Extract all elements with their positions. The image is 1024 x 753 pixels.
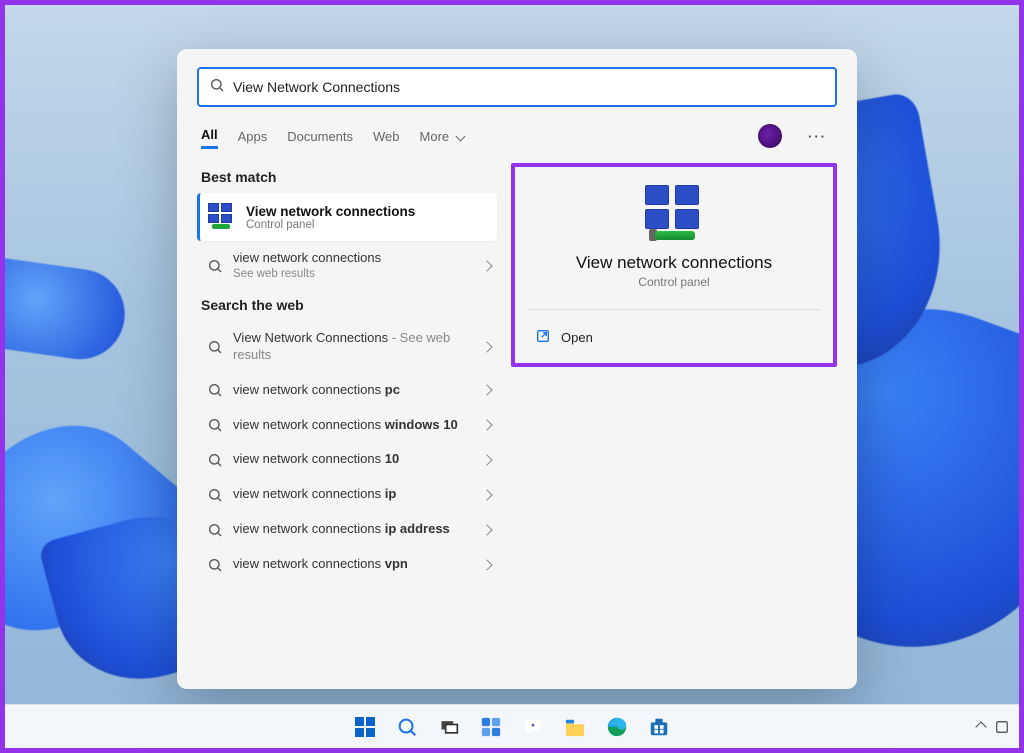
search-icon	[207, 487, 223, 503]
chevron-right-icon	[481, 260, 492, 271]
suggestion-row[interactable]: view network connections windows 10	[197, 408, 497, 443]
tab-web[interactable]: Web	[373, 125, 400, 148]
start-button[interactable]	[350, 712, 380, 742]
file-explorer-button[interactable]	[560, 712, 590, 742]
suggestion-row[interactable]: view network connections vpn	[197, 547, 497, 582]
filter-tabs: All Apps Documents Web More	[201, 123, 464, 149]
system-tray[interactable]	[977, 720, 1009, 734]
search-input[interactable]	[233, 79, 825, 95]
taskbar	[5, 704, 1019, 748]
preview-title: View network connections	[531, 253, 817, 273]
tab-apps[interactable]: Apps	[238, 125, 268, 148]
suggestion-row[interactable]: view network connections pc	[197, 373, 497, 408]
web-result-row[interactable]: view network connectionsSee web results	[197, 241, 497, 291]
result-preview-card: View network connections Control panel O…	[511, 163, 837, 367]
divider	[527, 309, 821, 310]
web-suggestions-list: View Network Connections - See web resul…	[197, 321, 497, 582]
widgets-button[interactable]	[476, 712, 506, 742]
chevron-right-icon	[481, 559, 492, 570]
microsoft-store-button[interactable]	[644, 712, 674, 742]
suggestion-row[interactable]: view network connections 10	[197, 442, 497, 477]
chat-button[interactable]	[518, 712, 548, 742]
search-icon	[207, 339, 223, 355]
search-bar[interactable]	[197, 67, 837, 107]
best-match-label: Best match	[201, 169, 497, 185]
chevron-down-icon	[456, 131, 466, 141]
search-icon	[207, 452, 223, 468]
network-connections-icon	[643, 185, 705, 241]
suggestion-row[interactable]: view network connections ip address	[197, 512, 497, 547]
tab-all[interactable]: All	[201, 123, 218, 149]
search-icon	[207, 258, 223, 274]
chevron-right-icon	[481, 419, 492, 430]
open-action[interactable]: Open	[531, 320, 817, 355]
search-web-label: Search the web	[201, 297, 497, 313]
user-avatar[interactable]	[758, 124, 782, 148]
preview-subtitle: Control panel	[531, 275, 817, 289]
taskbar-search-button[interactable]	[392, 712, 422, 742]
start-search-panel: All Apps Documents Web More ··· Best mat…	[177, 49, 857, 689]
tab-more[interactable]: More	[420, 125, 465, 148]
panel-options-button[interactable]: ···	[802, 125, 833, 148]
chevron-right-icon	[481, 384, 492, 395]
chevron-right-icon	[481, 489, 492, 500]
search-icon	[209, 77, 225, 98]
suggestion-row[interactable]: view network connections ip	[197, 477, 497, 512]
task-view-button[interactable]	[434, 712, 464, 742]
tray-overflow-icon[interactable]	[975, 721, 986, 732]
chevron-right-icon	[481, 524, 492, 535]
suggestion-row[interactable]: View Network Connections - See web resul…	[197, 321, 497, 373]
open-label: Open	[561, 330, 593, 345]
chevron-right-icon	[481, 454, 492, 465]
search-icon	[207, 557, 223, 573]
search-icon	[207, 382, 223, 398]
best-match-result[interactable]: View network connections Control panel	[197, 193, 497, 241]
edge-button[interactable]	[602, 712, 632, 742]
best-match-title: View network connections	[246, 204, 415, 219]
open-external-icon	[535, 328, 551, 347]
tray-icon[interactable]	[995, 720, 1009, 734]
network-connections-icon	[208, 203, 236, 231]
search-icon	[207, 417, 223, 433]
best-match-subtitle: Control panel	[246, 219, 415, 231]
chevron-right-icon	[481, 341, 492, 352]
tab-documents[interactable]: Documents	[287, 125, 353, 148]
search-icon	[207, 522, 223, 538]
